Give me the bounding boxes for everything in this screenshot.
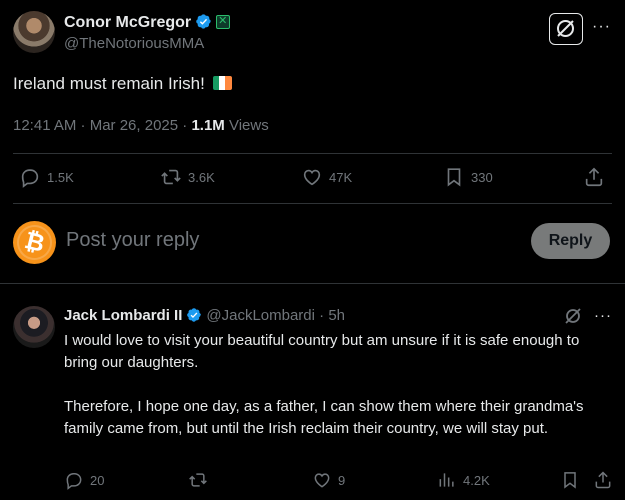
share-icon: [585, 167, 603, 187]
tweet-text-row: Ireland must remain Irish!: [13, 74, 232, 94]
reply-author-avatar[interactable]: [13, 306, 55, 348]
affiliate-badge-icon: [216, 14, 231, 29]
reply-button[interactable]: Reply: [531, 223, 610, 259]
reply-share-action[interactable]: [593, 470, 613, 490]
reply-text: I would love to visit your beautiful cou…: [64, 330, 614, 462]
reply-more-options-icon[interactable]: ···: [594, 307, 612, 324]
bookmark-count: 330: [471, 169, 493, 185]
reply-icon: [21, 169, 39, 188]
grok-button[interactable]: [549, 13, 583, 45]
heart-icon: [314, 473, 330, 488]
verified-badge-icon: [196, 14, 211, 29]
reply-paragraph: I would love to visit your beautiful cou…: [64, 332, 580, 371]
user-avatar[interactable]: ₿: [13, 221, 56, 264]
reply-author-name[interactable]: Jack Lombardi II: [64, 307, 182, 324]
tweet-text: Ireland must remain Irish!: [13, 74, 205, 93]
verified-badge-icon: [187, 308, 202, 322]
repost-action[interactable]: 3.6K: [160, 166, 215, 188]
ireland-flag-emoji: [212, 76, 232, 90]
grok-icon: [565, 308, 581, 324]
reply-reply-count: 20: [90, 472, 105, 488]
tweet-timestamp[interactable]: 12:41 AM · Mar 26, 2025 ·: [13, 117, 191, 134]
reply-grok-button[interactable]: [563, 306, 583, 331]
reply-views-action[interactable]: 4.2K: [437, 470, 490, 490]
reply-reply-action[interactable]: 20: [64, 470, 104, 490]
tweet-meta: 12:41 AM · Mar 26, 2025 · 1.1M Views: [13, 117, 269, 134]
reply-icon: [66, 473, 82, 490]
bookmark-action[interactable]: 330: [443, 166, 493, 188]
like-count: 47K: [329, 169, 353, 185]
like-action[interactable]: 47K: [301, 166, 352, 188]
reply-input[interactable]: Post your reply: [66, 229, 199, 252]
analytics-icon: [439, 473, 454, 487]
reply-view-count: 4.2K: [463, 472, 490, 488]
bookmark-icon: [564, 472, 576, 489]
divider: [13, 203, 612, 204]
repost-count: 3.6K: [188, 169, 215, 185]
views-label: Views: [224, 117, 269, 134]
author-name-row[interactable]: Conor McGregor: [64, 13, 231, 32]
repost-icon: [161, 169, 181, 185]
grok-icon: [557, 20, 574, 37]
reply-like-action[interactable]: 9: [312, 470, 345, 490]
reply-paragraph: Therefore, I hope one day, as a father, …: [64, 398, 584, 437]
author-handle[interactable]: @TheNotoriousMMA: [64, 35, 204, 52]
heart-icon: [303, 169, 321, 186]
reply-header: Jack Lombardi II @JackLombardi · 5h: [64, 307, 345, 324]
bookmark-icon: [447, 168, 461, 187]
view-count: 1.1M: [191, 117, 225, 134]
more-options-icon[interactable]: ···: [592, 18, 611, 36]
divider: [13, 153, 612, 154]
author-avatar[interactable]: [13, 11, 55, 53]
reply-timestamp[interactable]: · 5h: [315, 307, 345, 324]
reply-like-count: 9: [338, 472, 346, 488]
reply-count: 1.5K: [47, 169, 74, 185]
bitcoin-icon: ₿: [13, 221, 56, 264]
reply-bookmark-action[interactable]: [560, 470, 580, 490]
author-name[interactable]: Conor McGregor: [64, 14, 191, 31]
repost-icon: [189, 473, 207, 487]
reply-action[interactable]: 1.5K: [19, 166, 74, 188]
divider: [0, 283, 625, 284]
share-icon: [595, 471, 611, 489]
share-action[interactable]: [583, 166, 605, 188]
reply-author-handle[interactable]: @JackLombardi: [206, 307, 315, 324]
reply-repost-action[interactable]: [188, 470, 208, 490]
